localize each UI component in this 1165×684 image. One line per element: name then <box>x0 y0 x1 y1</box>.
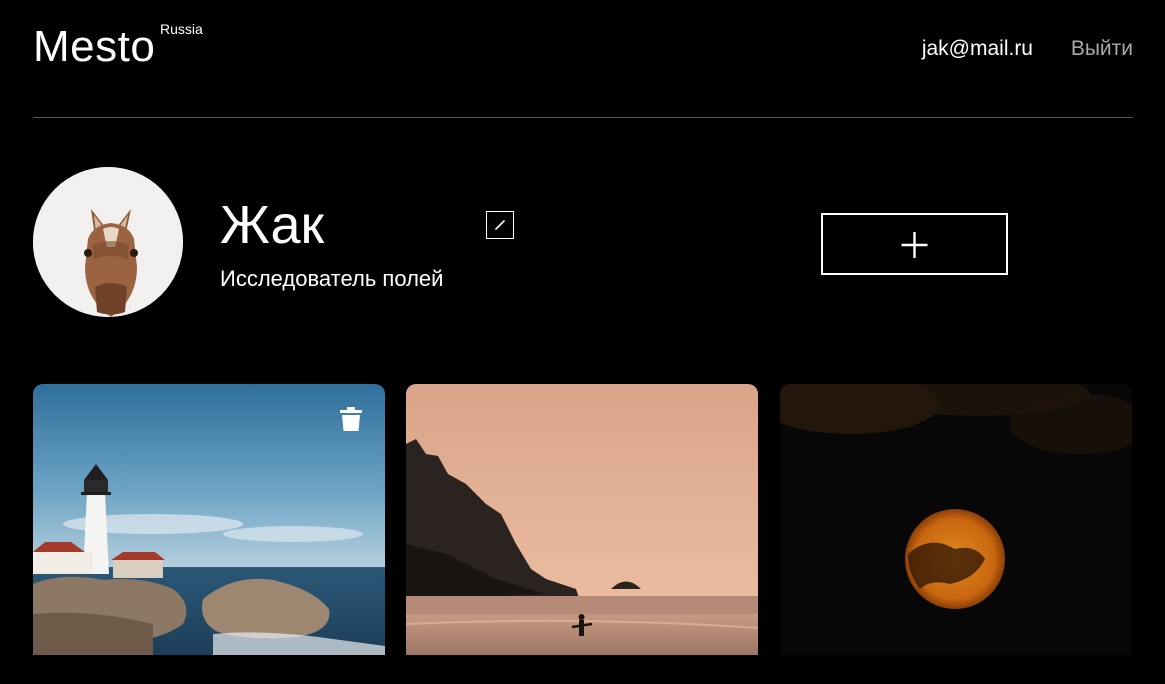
surfer-beach-image[interactable] <box>406 384 758 655</box>
trash-icon <box>340 407 362 431</box>
add-card-button[interactable] <box>821 213 1008 275</box>
pencil-icon <box>495 220 505 230</box>
horse-avatar-icon <box>33 167 183 317</box>
logout-link[interactable]: Выйти <box>1071 36 1133 62</box>
card[interactable] <box>406 384 758 684</box>
profile-about: Исследователь полей <box>220 266 444 291</box>
lighthouse-image[interactable] <box>33 384 385 655</box>
profile-name: Жак <box>220 195 325 255</box>
header: Mesto Russia jak@mail.ru Выйти <box>33 0 1133 118</box>
moon-image[interactable] <box>780 384 1132 655</box>
plus-icon <box>901 232 928 258</box>
avatar[interactable] <box>33 167 183 317</box>
card[interactable] <box>33 384 385 684</box>
user-email: jak@mail.ru <box>921 37 1033 60</box>
logo-region: Russia <box>160 21 203 37</box>
cards-grid <box>33 384 1133 655</box>
delete-card-button[interactable] <box>339 406 363 432</box>
edit-profile-button[interactable] <box>486 211 514 239</box>
card[interactable] <box>780 384 1132 684</box>
logo: Mesto <box>33 22 156 71</box>
